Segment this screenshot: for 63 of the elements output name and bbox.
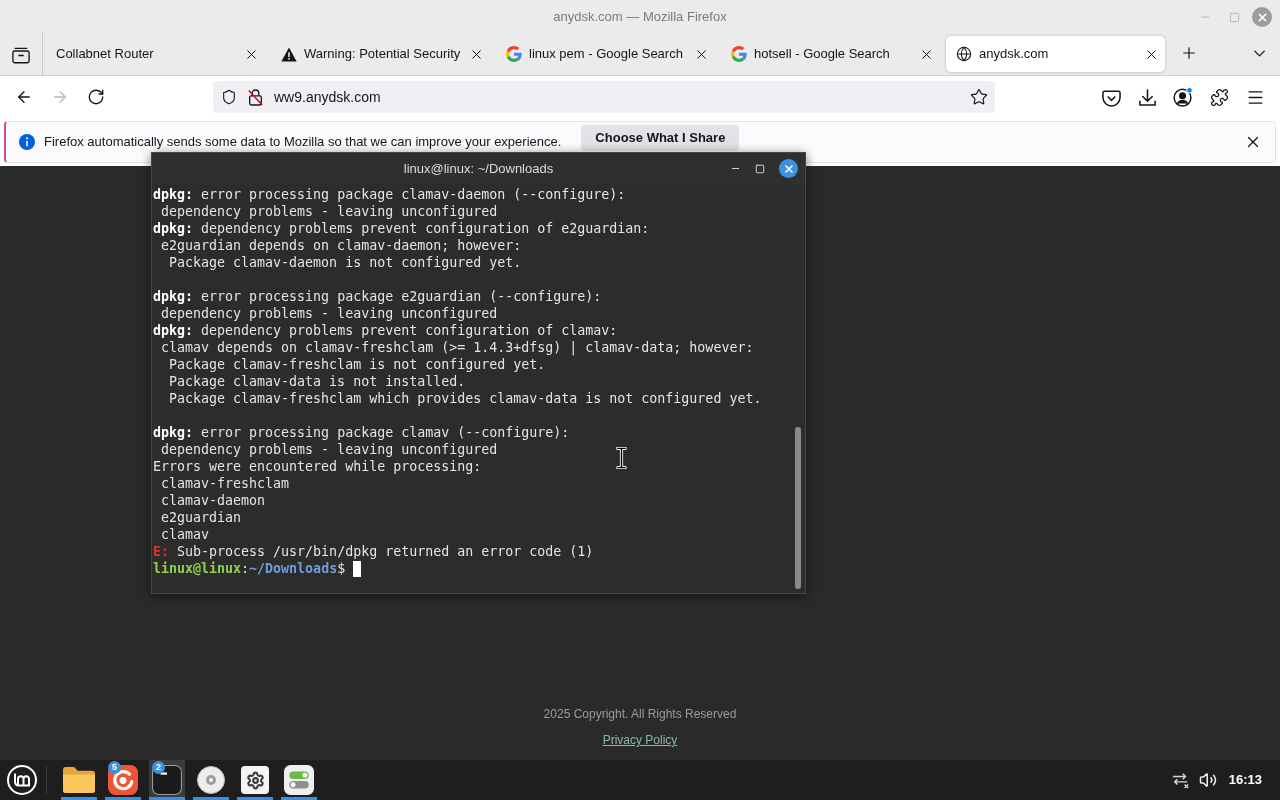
volume-icon[interactable] — [1198, 771, 1217, 789]
terminal-app-icon — [152, 765, 182, 795]
terminal-line: clamav — [160, 526, 210, 543]
terminal-line: Errors were encountered while processing: — [153, 458, 482, 475]
terminal-line: Package clamav-freshclam which provides clamav-data is not configured yet. — [168, 390, 762, 407]
folder-icon — [63, 767, 95, 793]
terminal-line: dependency problems - leaving unconfigured — [160, 441, 498, 458]
close-icon — [782, 162, 795, 175]
terminal-line: Package clamav-data is not installed. — [168, 373, 466, 390]
close-icon — [1255, 10, 1269, 24]
browser-tab[interactable]: anydsk.com — [946, 36, 1165, 72]
block-cursor-icon — [353, 560, 362, 577]
box-icon[interactable] — [12, 46, 30, 64]
terminal-line: e2guardian depends on clamav-daemon; however: — [160, 237, 522, 254]
swirl-app-icon — [108, 765, 138, 795]
shield-icon[interactable] — [221, 89, 237, 105]
browser-tab[interactable]: linux pem - Google Search — [496, 36, 715, 72]
user-circle-icon[interactable] — [1173, 87, 1193, 107]
url-field[interactable]: ww9.anydsk.com — [213, 81, 995, 113]
browser-tab[interactable]: Warning: Potential Security — [271, 36, 490, 72]
terminal-line: dpkg: error processing package clamav-daemon (--configure): — [153, 186, 626, 203]
window-title: anydsk.com — Mozilla Firefox — [553, 8, 727, 27]
ibeam-cursor-icon — [616, 447, 627, 469]
browser-tab[interactable]: hotsell - Google Search — [721, 36, 940, 72]
disc-icon — [197, 766, 225, 794]
terminal-line: clamav-daemon — [160, 492, 266, 509]
info-icon — [19, 134, 35, 150]
terminal-line: dpkg: error processing package clamav (--configure): — [153, 424, 570, 441]
terminal-title: linux@linux: ~/Downloads — [403, 159, 554, 178]
puzzle-icon[interactable] — [1209, 87, 1229, 107]
copyright-text: 2025 Copyright. All Rights Reserved — [543, 706, 737, 722]
circle-logo-icon[interactable] — [7, 765, 37, 795]
terminal-line: clamav-freshclam — [160, 475, 290, 492]
star-icon[interactable] — [970, 88, 988, 106]
globe-icon — [956, 46, 972, 62]
shell-prompt: linux@linux:~/Downloads$ — [153, 560, 346, 577]
terminal-line: e2guardian — [160, 509, 242, 526]
privacy-policy-link[interactable]: Privacy Policy — [602, 732, 678, 748]
gear-app-icon — [241, 766, 269, 794]
reload-icon[interactable] — [87, 88, 105, 106]
close-button[interactable] — [779, 159, 798, 178]
scrollbar-thumb[interactable] — [795, 427, 801, 589]
terminal-line: dpkg: dependency problems prevent configuration of clamav: — [153, 322, 618, 339]
terminal-line: Package clamav-daemon is not configured yet. — [168, 254, 522, 271]
download-icon[interactable] — [1137, 87, 1157, 107]
warning-triangle-icon — [281, 46, 297, 62]
toggle-switches-icon — [284, 765, 314, 795]
network-arrows-icon[interactable] — [1171, 771, 1190, 789]
browser-tab[interactable]: Collabnet Router — [46, 36, 265, 72]
terminal-line: dpkg: error processing package e2guardian (--configure): — [153, 288, 602, 305]
terminal-line: Package clamav-freshclam is not configured yet. — [168, 356, 546, 373]
g-logo-icon — [506, 46, 522, 62]
plus-icon[interactable] — [1180, 44, 1198, 62]
g-logo-icon — [731, 46, 747, 62]
lock-slash-icon[interactable] — [248, 88, 263, 106]
terminal-line: dependency problems - leaving unconfigured — [160, 305, 498, 322]
share-settings-button[interactable]: Choose What I Share — [581, 125, 740, 151]
terminal-line: dpkg: dependency problems prevent configuration of e2guardian: — [153, 220, 650, 237]
terminal-line: dependency problems - leaving unconfigured — [160, 203, 498, 220]
terminal-line: clamav depends on clamav-freshclam (>= 1.4.3+dfsg) | clamav-data; however: — [160, 339, 754, 356]
notification-message: Firefox automatically sends some data to Mozilla so that we can improve your experience. — [44, 133, 562, 152]
terminal-line: E: Sub-process /usr/bin/dpkg returned an error code (1) — [153, 543, 594, 560]
clock[interactable]: 16:13 — [1228, 770, 1262, 790]
